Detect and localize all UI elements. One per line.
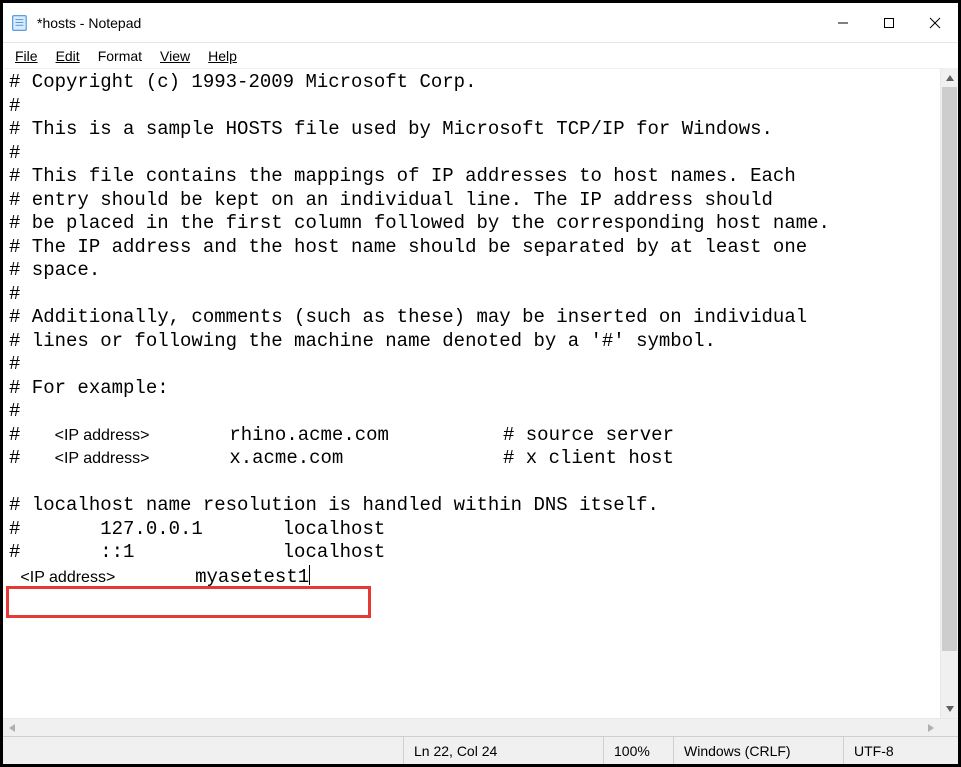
menu-help[interactable]: Help <box>200 46 245 66</box>
scroll-right-arrow-icon[interactable] <box>922 719 940 737</box>
text-editor[interactable]: # Copyright (c) 1993-2009 Microsoft Corp… <box>3 69 940 718</box>
vertical-scrollbar[interactable] <box>940 69 958 718</box>
horizontal-scrollbar[interactable] <box>3 718 958 736</box>
scroll-thumb[interactable] <box>942 87 957 651</box>
menu-view[interactable]: View <box>152 46 198 66</box>
scroll-down-arrow-icon[interactable] <box>941 700 958 718</box>
scroll-track[interactable] <box>941 87 958 700</box>
status-encoding: UTF-8 <box>843 737 958 764</box>
maximize-button[interactable] <box>866 3 912 43</box>
scroll-left-arrow-icon[interactable] <box>3 719 21 737</box>
status-bar: Ln 22, Col 24 100% Windows (CRLF) UTF-8 <box>3 736 958 764</box>
status-zoom: 100% <box>603 737 673 764</box>
notepad-icon <box>11 14 29 32</box>
status-empty <box>3 737 403 764</box>
status-line-ending: Windows (CRLF) <box>673 737 843 764</box>
minimize-button[interactable] <box>820 3 866 43</box>
scroll-corner <box>940 719 958 737</box>
menu-edit[interactable]: Edit <box>48 46 88 66</box>
editor-container: # Copyright (c) 1993-2009 Microsoft Corp… <box>3 69 958 718</box>
menu-file[interactable]: File <box>7 46 46 66</box>
menu-bar: File Edit Format View Help <box>3 43 958 69</box>
title-bar: *hosts - Notepad <box>3 3 958 43</box>
scroll-up-arrow-icon[interactable] <box>941 69 958 87</box>
window-title: *hosts - Notepad <box>37 15 141 31</box>
close-button[interactable] <box>912 3 958 43</box>
menu-format[interactable]: Format <box>90 46 150 66</box>
status-caret-position: Ln 22, Col 24 <box>403 737 603 764</box>
